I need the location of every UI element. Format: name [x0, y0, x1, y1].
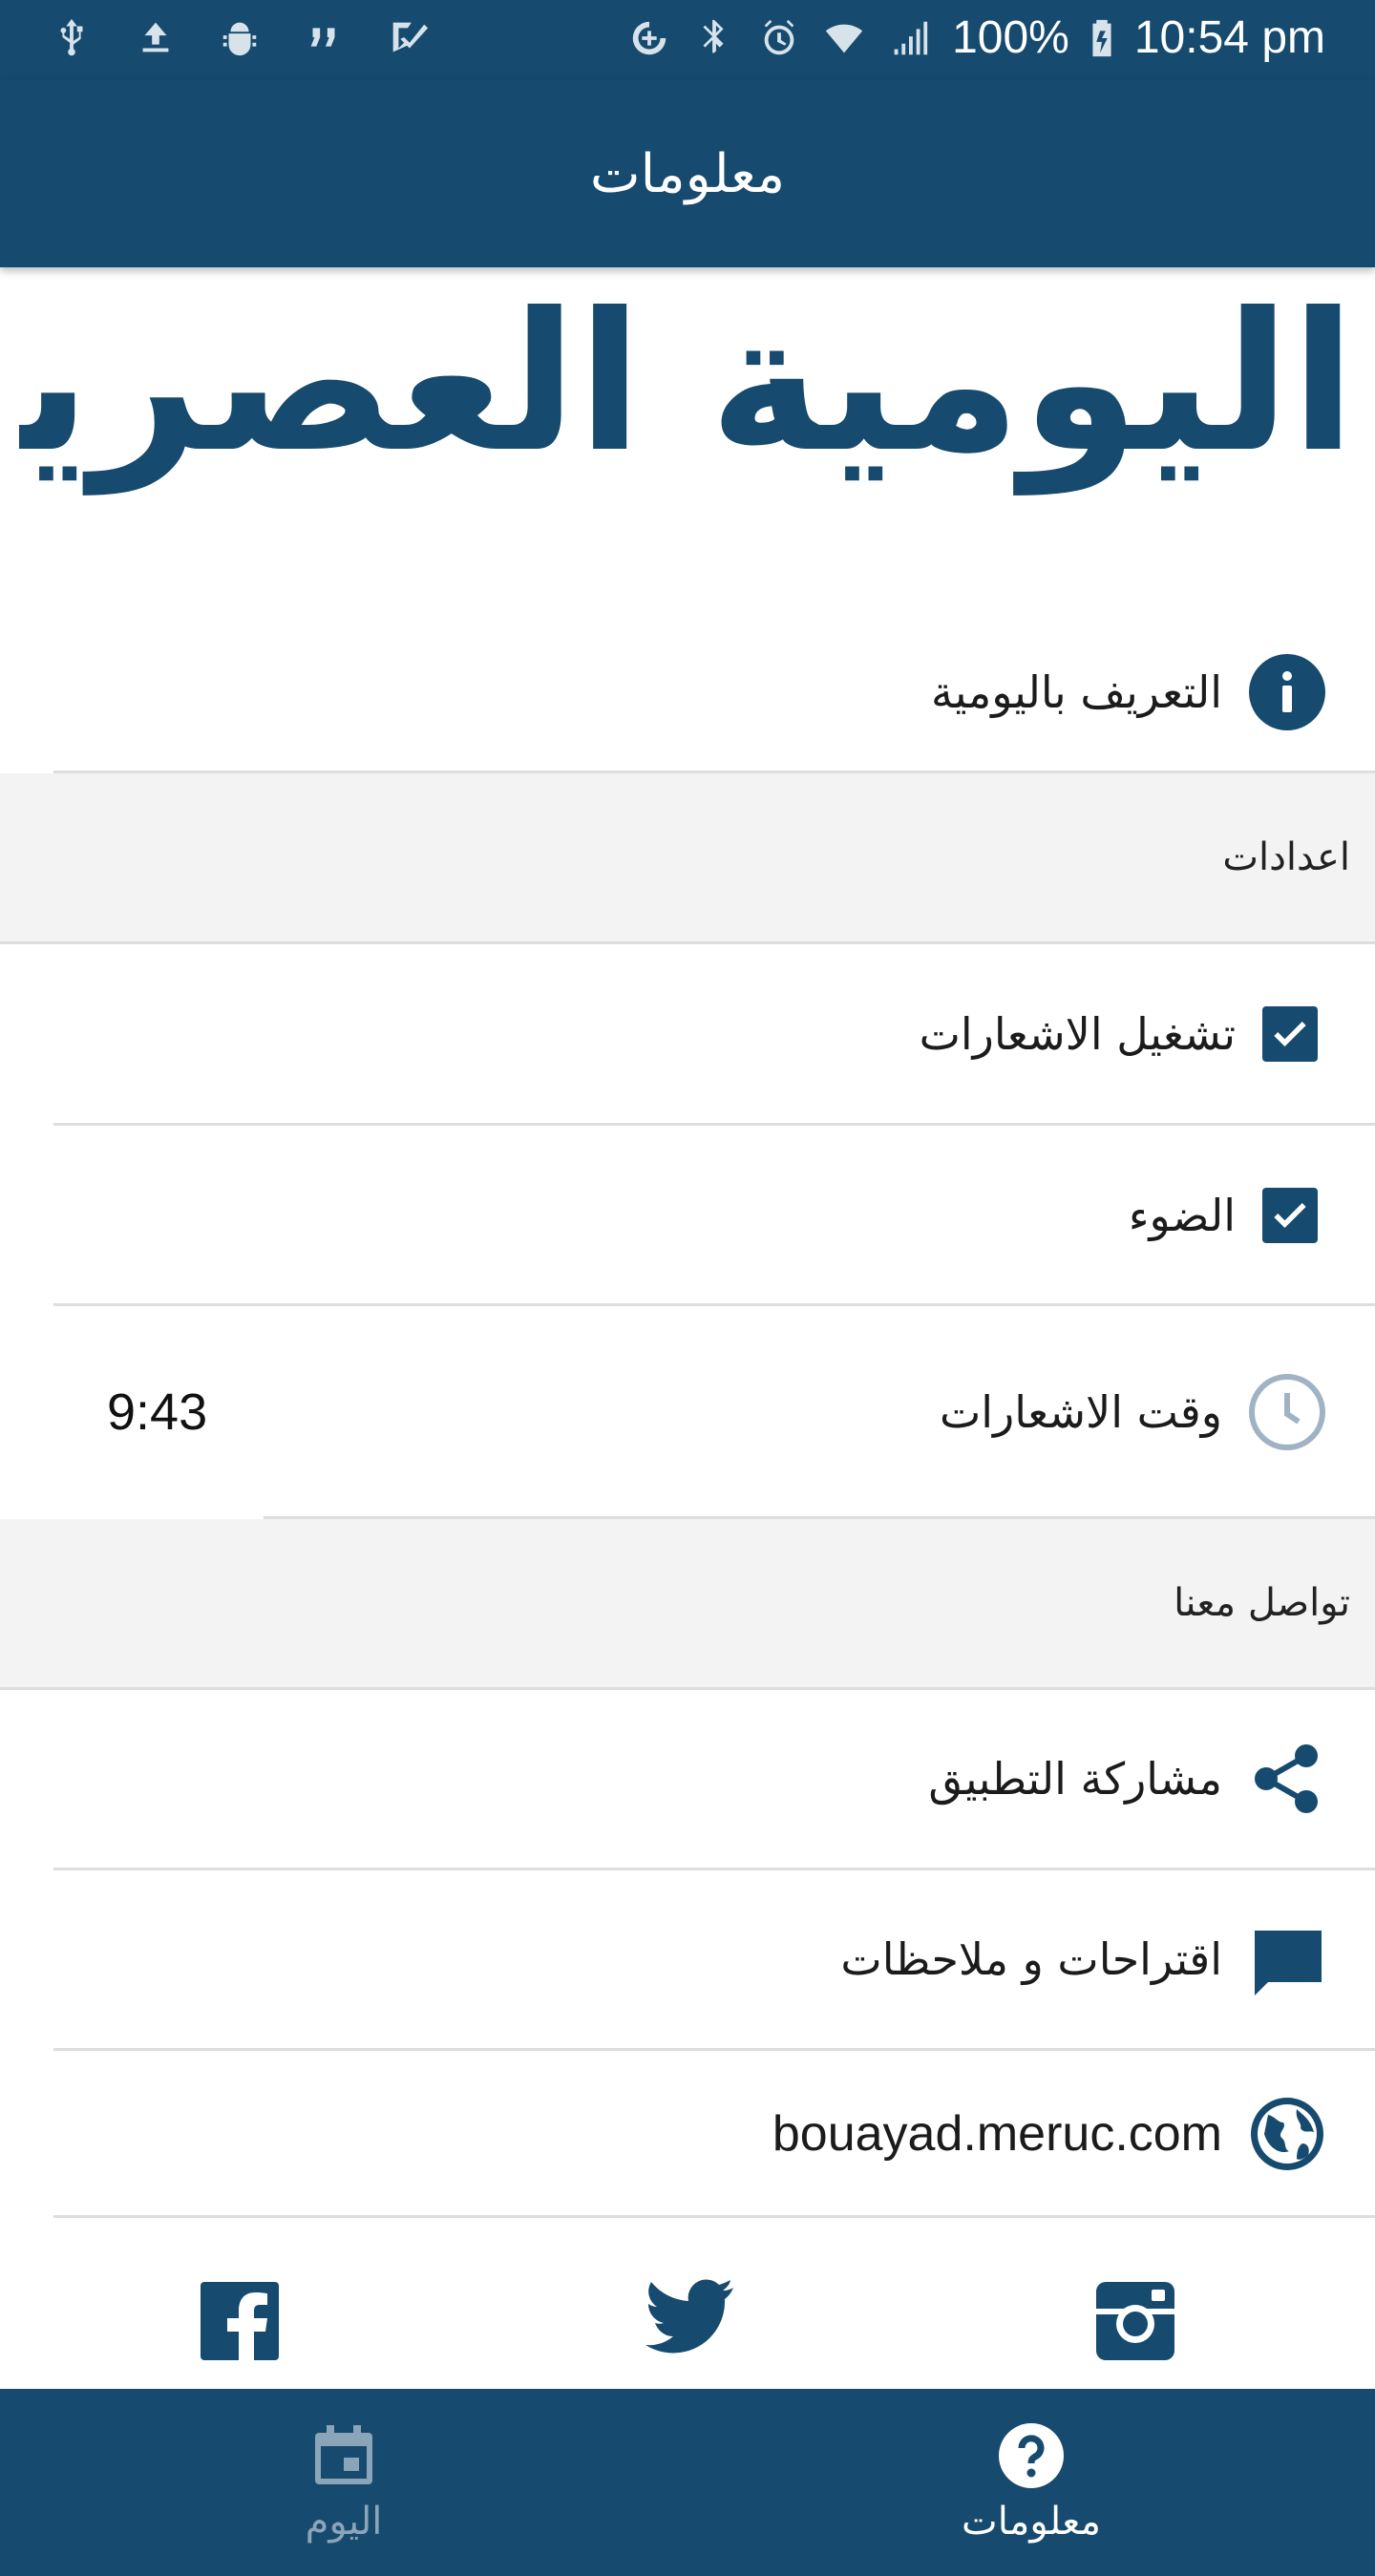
signal-icon: [887, 16, 931, 60]
notification-icons: [50, 15, 430, 59]
twitter-icon[interactable]: [644, 2276, 735, 2358]
logo-text: اليومية العصرية: [19, 286, 1356, 496]
system-status: 100% 10:54 pm: [627, 11, 1325, 64]
website-row[interactable]: bouayad.meruc.com: [0, 2051, 1375, 2217]
feedback-row[interactable]: اقتراحات و ملاحظات: [0, 1870, 1375, 2048]
wifi-icon: [822, 16, 866, 60]
app-bar: معلومات: [0, 80, 1375, 267]
help-circle-icon: [999, 2423, 1064, 2488]
contact-section-header: تواصل معنا: [0, 1519, 1375, 1687]
app-logo: اليومية العصرية: [19, 286, 1356, 496]
usb-icon: [50, 15, 94, 59]
website-label: bouayad.meruc.com: [772, 2106, 1222, 2162]
nav-today[interactable]: اليوم: [0, 2389, 688, 2576]
contact-section-title: تواصل معنا: [1174, 1581, 1350, 1625]
battery-percent: 100%: [952, 12, 1069, 63]
globe-icon: [1247, 2094, 1327, 2174]
share-app-row[interactable]: مشاركة التطبيق: [0, 1690, 1375, 1868]
notifications-label: تشغيل الاشعارات: [919, 1008, 1236, 1060]
social-links: [0, 2253, 1375, 2387]
light-setting-row[interactable]: الضوء: [0, 1126, 1375, 1305]
light-checkbox[interactable]: [1262, 1188, 1318, 1243]
clock-icon: [1247, 1372, 1327, 1452]
page-title: معلومات: [589, 142, 786, 205]
notification-time-label: وقت الاشعارات: [939, 1386, 1222, 1438]
data-saver-icon: [627, 16, 671, 60]
android-debug-icon: [218, 15, 262, 59]
status-bar: 100% 10:54 pm: [0, 0, 1375, 80]
settings-section-header: اعدادات: [0, 773, 1375, 941]
task-icon: [386, 15, 430, 59]
notifications-checkbox[interactable]: [1262, 1006, 1318, 1062]
calendar-icon: [315, 2425, 372, 2484]
instagram-icon[interactable]: [1094, 2280, 1176, 2362]
about-row[interactable]: التعريف باليومية: [0, 613, 1375, 771]
notification-time-row[interactable]: وقت الاشعارات 9:43: [0, 1306, 1375, 1518]
upload-icon: [134, 15, 178, 59]
share-icon: [1247, 1739, 1327, 1819]
nav-today-label: اليوم: [305, 2500, 383, 2544]
quote-icon: [302, 15, 346, 59]
alarm-icon: [757, 16, 801, 60]
message-icon: [1247, 1919, 1327, 1999]
divider: [53, 2215, 1375, 2218]
settings-section-title: اعدادات: [1222, 835, 1350, 879]
facebook-icon[interactable]: [199, 2280, 281, 2362]
nav-info[interactable]: معلومات: [688, 2389, 1375, 2576]
clock-time: 10:54 pm: [1133, 12, 1325, 63]
feedback-label: اقتراحات و ملاحظات: [840, 1933, 1222, 1985]
bluetooth-icon: [692, 16, 736, 60]
notification-time-value: 9:43: [107, 1383, 208, 1441]
share-label: مشاركة التطبيق: [928, 1753, 1222, 1805]
bottom-navigation: اليوم معلومات: [0, 2389, 1375, 2576]
battery-icon: [1090, 16, 1113, 60]
light-label: الضوء: [1128, 1190, 1236, 1241]
nav-info-label: معلومات: [962, 2500, 1101, 2544]
about-label: التعريف باليومية: [931, 666, 1222, 718]
info-circle-icon: [1247, 652, 1327, 732]
notifications-setting-row[interactable]: تشغيل الاشعارات: [0, 944, 1375, 1124]
